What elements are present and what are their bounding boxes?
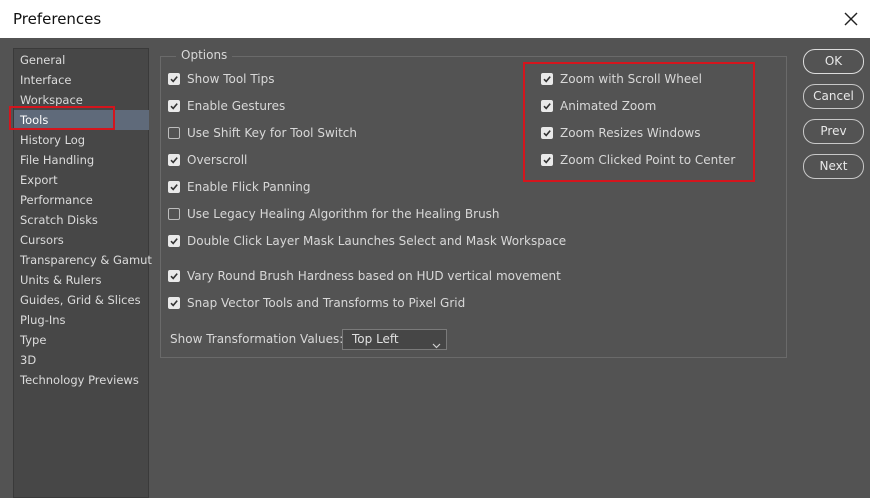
sidebar-item-tools[interactable]: Tools — [14, 110, 149, 130]
checkbox-label: Use Shift Key for Tool Switch — [187, 126, 358, 140]
checkbox-checked-icon — [168, 270, 180, 282]
checkbox-label: Zoom with Scroll Wheel — [560, 72, 702, 86]
sidebar-item-units-rulers[interactable]: Units & Rulers — [14, 270, 149, 290]
sidebar-item-export[interactable]: Export — [14, 170, 149, 190]
checkbox-label: Double Click Layer Mask Launches Select … — [187, 234, 567, 248]
checkbox-checked-icon — [168, 100, 180, 112]
legacy-healing-checkbox[interactable]: Use Legacy Healing Algorithm for the Hea… — [168, 205, 500, 223]
animated-zoom-checkbox[interactable]: Animated Zoom — [541, 97, 656, 115]
checkbox-checked-icon — [168, 181, 180, 193]
options-title: Options — [176, 48, 233, 62]
double-click-layer-mask-checkbox[interactable]: Double Click Layer Mask Launches Select … — [168, 232, 566, 250]
zoom-clicked-point-checkbox[interactable]: Zoom Clicked Point to Center — [541, 151, 735, 169]
sidebar-item-transparency-gamut[interactable]: Transparency & Gamut — [14, 250, 152, 270]
close-icon[interactable] — [840, 8, 862, 30]
checkbox-checked-icon — [168, 235, 180, 247]
checkbox-checked-icon — [541, 100, 553, 112]
checkbox-checked-icon — [168, 154, 180, 166]
checkbox-label: Overscroll — [187, 153, 248, 167]
checkbox-label: Show Tool Tips — [187, 72, 275, 86]
sidebar-item-scratch-disks[interactable]: Scratch Disks — [14, 210, 149, 230]
sidebar-item-interface[interactable]: Interface — [14, 70, 149, 90]
zoom-resizes-windows-checkbox[interactable]: Zoom Resizes Windows — [541, 124, 701, 142]
checkbox-label: Zoom Clicked Point to Center — [560, 153, 736, 167]
checkbox-label: Enable Gestures — [187, 99, 286, 113]
transformation-values-select[interactable]: Top Left — [342, 329, 447, 350]
show-tool-tips-checkbox[interactable]: Show Tool Tips — [168, 70, 274, 88]
sidebar-item-cursors[interactable]: Cursors — [14, 230, 149, 250]
checkbox-checked-icon — [541, 73, 553, 85]
sidebar-item-type[interactable]: Type — [14, 330, 149, 350]
sidebar-item-file-handling[interactable]: File Handling — [14, 150, 149, 170]
checkbox-label: Snap Vector Tools and Transforms to Pixe… — [187, 296, 466, 310]
zoom-scroll-wheel-checkbox[interactable]: Zoom with Scroll Wheel — [541, 70, 702, 88]
checkbox-label: Use Legacy Healing Algorithm for the Hea… — [187, 207, 500, 221]
checkbox-checked-icon — [168, 297, 180, 309]
checkbox-unchecked-icon — [168, 208, 180, 220]
window-title: Preferences — [13, 10, 102, 28]
vary-brush-hardness-checkbox[interactable]: Vary Round Brush Hardness based on HUD v… — [168, 267, 561, 285]
sidebar-item-history-log[interactable]: History Log — [14, 130, 149, 150]
checkbox-label: Vary Round Brush Hardness based on HUD v… — [187, 269, 561, 283]
sidebar-item-plug-ins[interactable]: Plug-Ins — [14, 310, 149, 330]
checkbox-label: Enable Flick Panning — [187, 180, 311, 194]
sidebar-item-general[interactable]: General — [14, 50, 149, 70]
sidebar-item-performance[interactable]: Performance — [14, 190, 149, 210]
ok-button[interactable]: OK — [803, 49, 864, 74]
checkbox-checked-icon — [541, 154, 553, 166]
transformation-values-label: Show Transformation Values: — [170, 332, 344, 346]
transformation-values-value: Top Left — [352, 332, 399, 346]
sidebar-item-3d[interactable]: 3D — [14, 350, 149, 370]
chevron-down-icon — [432, 336, 441, 355]
checkbox-label: Zoom Resizes Windows — [560, 126, 701, 140]
sidebar-item-technology-previews[interactable]: Technology Previews — [14, 370, 149, 390]
checkbox-label: Animated Zoom — [560, 99, 657, 113]
checkbox-unchecked-icon — [168, 127, 180, 139]
checkbox-checked-icon — [168, 73, 180, 85]
category-sidebar: General Interface Workspace Tools Histor… — [13, 48, 152, 498]
enable-gestures-checkbox[interactable]: Enable Gestures — [168, 97, 285, 115]
enable-flick-panning-checkbox[interactable]: Enable Flick Panning — [168, 178, 310, 196]
next-button[interactable]: Next — [803, 154, 864, 179]
snap-vector-tools-checkbox[interactable]: Snap Vector Tools and Transforms to Pixe… — [168, 294, 465, 312]
overscroll-checkbox[interactable]: Overscroll — [168, 151, 247, 169]
sidebar-item-workspace[interactable]: Workspace — [14, 90, 149, 110]
cancel-button[interactable]: Cancel — [803, 84, 864, 109]
sidebar-item-guides-grid-slices[interactable]: Guides, Grid & Slices — [14, 290, 149, 310]
prev-button[interactable]: Prev — [803, 119, 864, 144]
checkbox-checked-icon — [541, 127, 553, 139]
title-bar: Preferences — [0, 0, 870, 38]
use-shift-key-checkbox[interactable]: Use Shift Key for Tool Switch — [168, 124, 357, 142]
